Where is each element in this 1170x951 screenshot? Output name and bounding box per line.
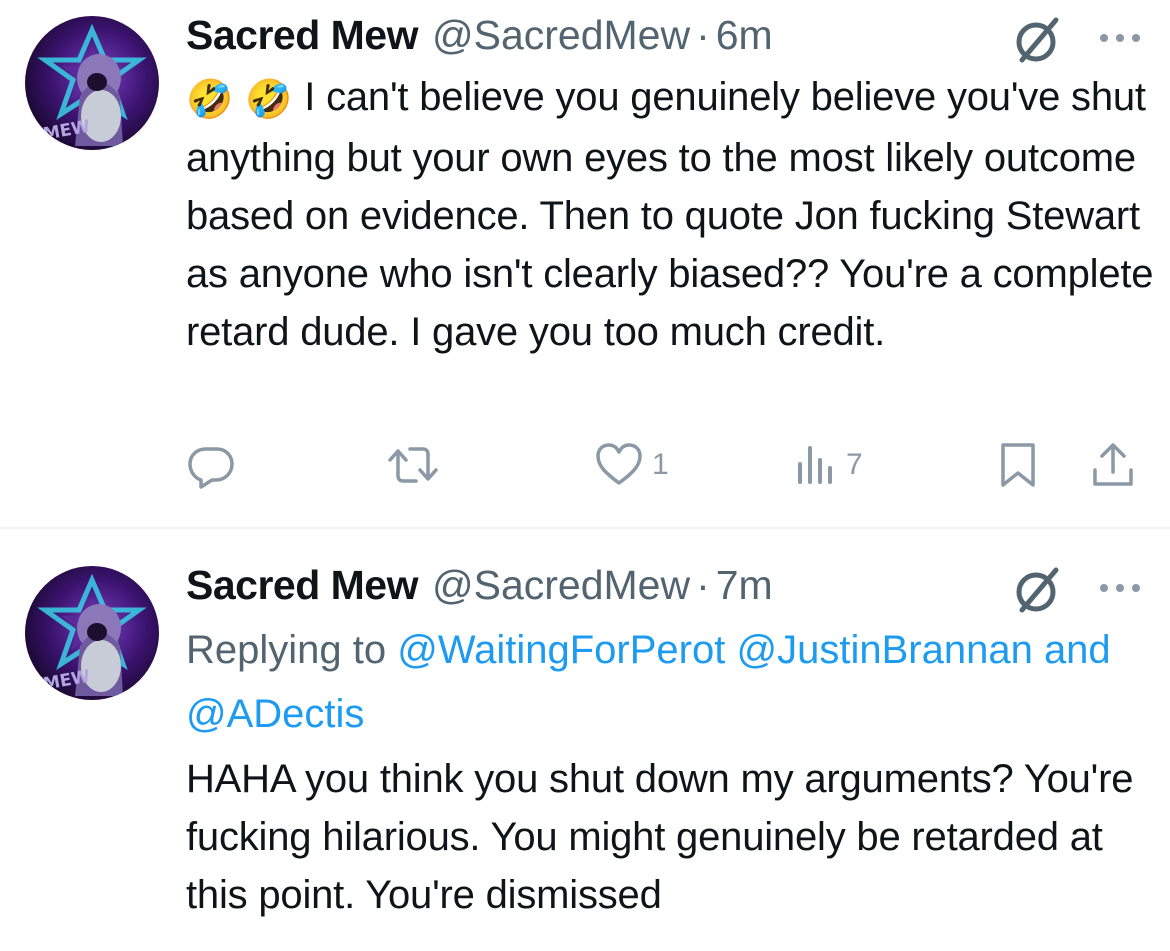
grok-icon[interactable]: [1012, 14, 1064, 66]
timestamp[interactable]: 6m: [716, 12, 773, 59]
tweet[interactable]: MEW Sacred Mew @SacredMew · 7m Replying …: [0, 530, 1170, 951]
share-icon: [1093, 443, 1133, 486]
separator-dot: ·: [696, 12, 710, 58]
reply-icon: [188, 447, 234, 489]
tweet-text: HAHA you think you shut down my argument…: [186, 750, 1161, 924]
more-options-icon[interactable]: [1096, 578, 1144, 598]
display-name[interactable]: Sacred Mew: [186, 562, 419, 609]
tweet[interactable]: MEW Sacred Mew @SacredMew · 6m 🤣 🤣 I can't…: [0, 0, 1170, 528]
bookmark-button[interactable]: [998, 440, 1038, 490]
heart-icon: [596, 443, 642, 485]
like-count: 1: [652, 448, 669, 481]
mention-link[interactable]: @JustinBrannan: [736, 628, 1032, 672]
like-button[interactable]: 1: [594, 440, 669, 490]
bookmark-icon: [1001, 443, 1035, 487]
timestamp[interactable]: 7m: [716, 562, 773, 609]
avatar[interactable]: MEW: [25, 16, 159, 150]
tweet-header: Sacred Mew @SacredMew · 6m: [186, 12, 773, 62]
action-bar: 1 7: [0, 440, 1170, 490]
views-icon: [798, 446, 832, 484]
mention-link[interactable]: @ADectis: [186, 692, 364, 736]
tweet-body: I can't believe you genuinely believe yo…: [186, 75, 1154, 354]
more-options-icon[interactable]: [1096, 28, 1144, 48]
tweet-divider: [0, 527, 1170, 529]
tweet-body: HAHA you think you shut down my argument…: [186, 757, 1134, 917]
retweet-button[interactable]: [386, 440, 440, 490]
grok-icon[interactable]: [1012, 564, 1064, 616]
rofl-emoji: 🤣: [186, 79, 234, 121]
retweet-icon: [388, 447, 438, 483]
avatar[interactable]: MEW: [25, 566, 159, 700]
reply-button[interactable]: [186, 440, 236, 490]
rofl-emoji: 🤣: [245, 79, 293, 121]
share-button[interactable]: [1090, 440, 1136, 490]
separator-dot: ·: [696, 562, 710, 608]
mention-link[interactable]: @WaitingForPerot: [397, 628, 725, 672]
tweet-text: 🤣 🤣 I can't believe you genuinely believe …: [186, 68, 1161, 361]
user-handle[interactable]: @SacredMew: [432, 12, 690, 59]
replying-to-label: Replying to: [186, 628, 387, 672]
replying-to: Replying to @WaitingForPerot @JustinBran…: [186, 618, 1161, 746]
views-button[interactable]: 7: [796, 440, 863, 490]
user-handle[interactable]: @SacredMew: [432, 562, 690, 609]
tweet-header: Sacred Mew @SacredMew · 7m: [186, 562, 773, 612]
display-name[interactable]: Sacred Mew: [186, 12, 419, 59]
views-count: 7: [846, 448, 863, 481]
replying-and: and: [1043, 628, 1111, 672]
